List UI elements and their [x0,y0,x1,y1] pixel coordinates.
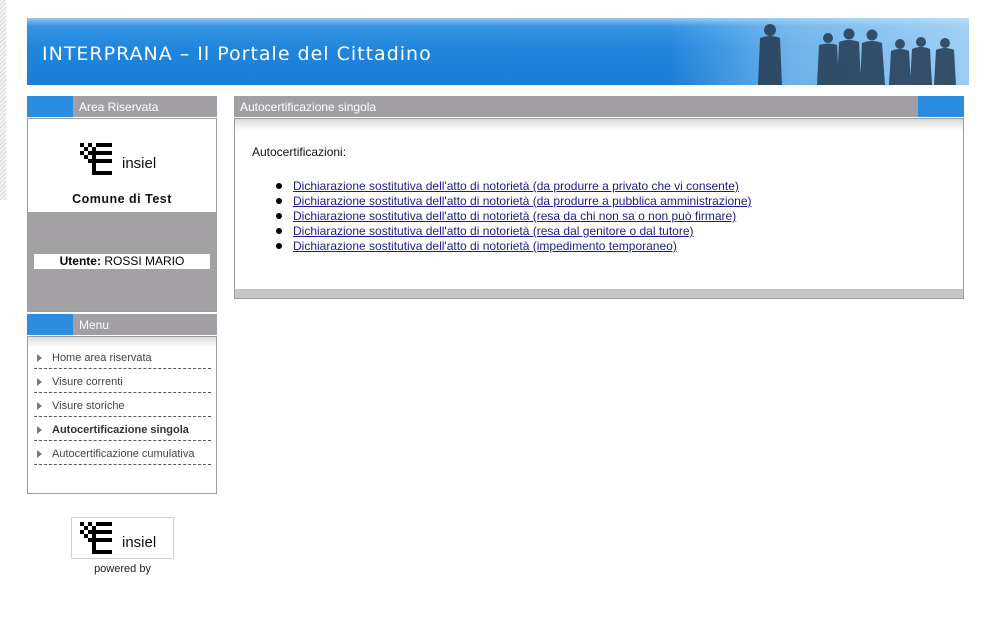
menu-item-label: Visure storiche [52,399,125,412]
triangle-right-icon [37,377,42,386]
menu-item-autocertificazione-singola[interactable]: Autocertificazione singola [34,417,211,441]
list-item: Dichiarazione sostitutiva dell'atto di n… [275,224,752,239]
comune-name: Comune di Test [72,192,172,206]
people-silhouettes-image [758,24,956,85]
menu-header: Menu [27,314,217,335]
area-riservata-panel: insiel Comune di Test Utente: ROSSI MARI… [27,118,217,312]
menu-item-label: Autocertificazione cumulativa [52,447,195,460]
header-accent [27,96,73,117]
area-riservata-header: Area Riservata [27,96,217,117]
dichiarazione-link-non-sa-firmare[interactable]: Dichiarazione sostitutiva dell'atto di n… [293,209,736,223]
list-item: Dichiarazione sostitutiva dell'atto di n… [275,179,752,194]
header-accent [918,96,964,117]
list-item: Dichiarazione sostitutiva dell'atto di n… [275,209,752,224]
user-label: Utente: [59,254,101,268]
insiel-logo-text: insiel [122,154,157,172]
autocertificazioni-list: Dichiarazione sostitutiva dell'atto di n… [275,179,752,254]
insiel-logo-icon [80,143,112,175]
main-panel-header: Autocertificazione singola [234,96,964,117]
triangle-right-icon [37,353,42,362]
portal-title: INTERPRANA – Il Portale del Cittadino [42,43,432,65]
triangle-right-icon [37,425,42,434]
menu-item-home-area-riservata[interactable]: Home area riservata [34,345,211,369]
dichiarazione-link-genitore-tutore[interactable]: Dichiarazione sostitutiva dell'atto di n… [293,224,694,238]
autocertificazioni-heading: Autocertificazioni: [252,145,347,159]
dichiarazione-link-impedimento[interactable]: Dichiarazione sostitutiva dell'atto di n… [293,239,677,253]
menu-item-autocertificazione-cumulativa[interactable]: Autocertificazione cumulativa [34,441,211,465]
list-item: Dichiarazione sostitutiva dell'atto di n… [275,194,752,209]
powered-by-caption: powered by [94,563,151,575]
menu-item-visure-correnti[interactable]: Visure correnti [34,369,211,393]
powered-by-logo[interactable]: insiel [71,517,174,559]
area-riservata-content: insiel Comune di Test [28,119,216,212]
insiel-logo: insiel [80,522,156,554]
menu-title: Menu [79,318,110,332]
menu-item-visure-storiche[interactable]: Visure storiche [34,393,211,417]
dichiarazione-link-pubblica-amministrazione[interactable]: Dichiarazione sostitutiva dell'atto di n… [293,194,752,208]
insiel-logo-text: insiel [122,533,157,551]
main-panel: Autocertificazioni: Dichiarazione sostit… [234,118,964,299]
insiel-logo-icon [80,522,112,554]
menu-item-label: Visure correnti [52,375,123,388]
insiel-logo: insiel [80,143,156,175]
dichiarazione-link-privato[interactable]: Dichiarazione sostitutiva dell'atto di n… [293,179,739,193]
area-riservata-title: Area Riservata [79,100,159,114]
user-name: ROSSI MARIO [104,254,185,268]
main-panel-footer [235,289,963,298]
list-item: Dichiarazione sostitutiva dell'atto di n… [275,239,752,254]
menu-panel: Home area riservata Visure correnti Visu… [27,336,217,494]
edge-decoration [0,0,6,200]
menu-item-label: Autocertificazione singola [52,423,189,436]
header-accent [27,314,73,335]
main-panel-title: Autocertificazione singola [240,100,377,114]
triangle-right-icon [37,401,42,410]
header-banner: INTERPRANA – Il Portale del Cittadino [27,18,969,85]
user-info: Utente: ROSSI MARIO [34,254,210,269]
menu-item-label: Home area riservata [52,351,152,364]
triangle-right-icon [37,449,42,458]
